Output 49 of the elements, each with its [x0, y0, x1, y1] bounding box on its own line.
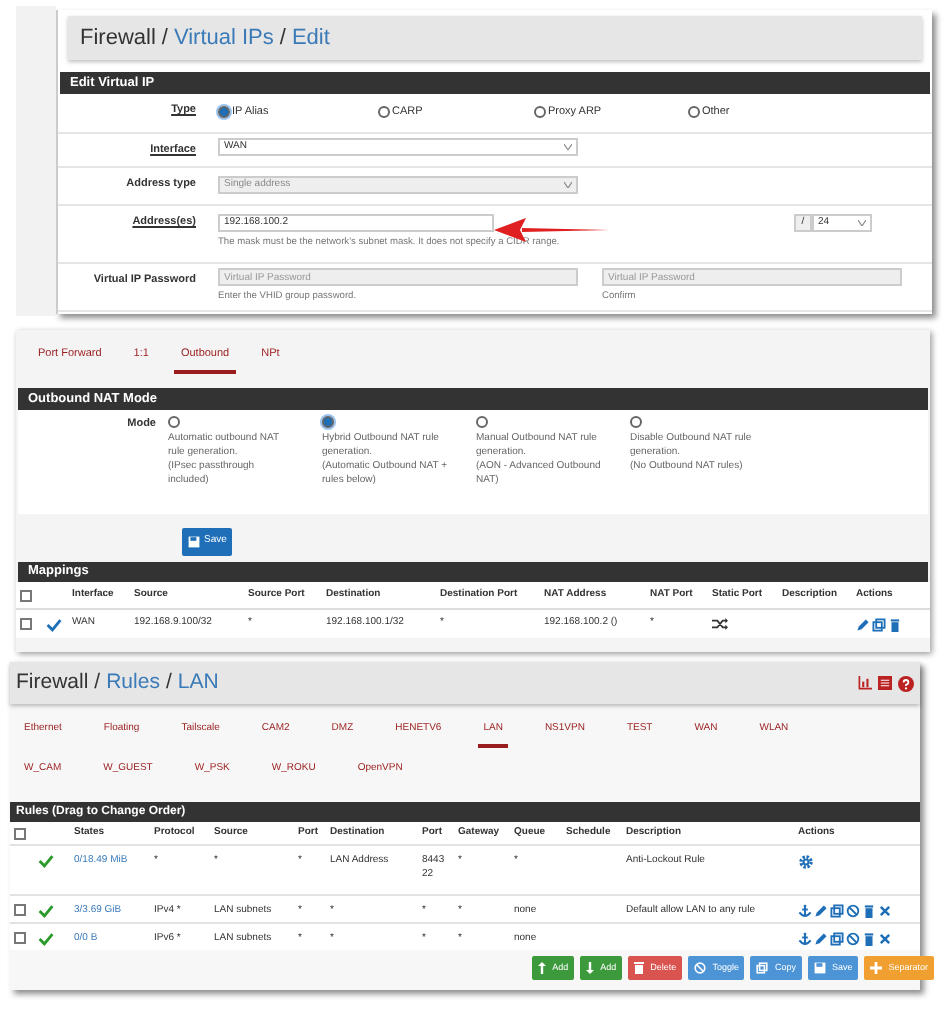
trash-icon[interactable] [888, 617, 902, 631]
checkbox[interactable] [20, 618, 32, 630]
anchor-icon[interactable] [798, 932, 812, 946]
pencil-icon[interactable] [856, 617, 870, 631]
breadcrumb-item: Firewall [80, 23, 156, 54]
breadcrumb-separator: / [279, 23, 286, 54]
copy-icon[interactable] [872, 617, 886, 631]
radio-button[interactable] [168, 416, 180, 428]
floppy-icon [813, 962, 826, 974]
breadcrumb-separator: / [161, 23, 168, 54]
breadcrumb-separator: / [94, 667, 101, 698]
checkbox[interactable] [14, 904, 26, 916]
radio-button[interactable] [378, 106, 390, 119]
caret-icon [858, 220, 866, 226]
arrow-down-icon [586, 962, 595, 974]
breadcrumb-item: Firewall [16, 667, 89, 698]
chart-icon[interactable] [858, 676, 872, 690]
checkbox[interactable] [14, 827, 26, 839]
plus-icon [870, 962, 883, 974]
copy-icon [756, 962, 769, 974]
checkbox[interactable] [14, 932, 26, 944]
breadcrumb-item[interactable]: Edit [291, 21, 330, 55]
breadcrumb-item[interactable]: Virtual IPs [173, 21, 274, 55]
trash-icon[interactable] [862, 904, 876, 918]
breadcrumb-separator: / [165, 667, 172, 698]
arrow-up-icon [538, 962, 547, 974]
ban-icon[interactable] [846, 932, 860, 946]
caret-icon [564, 144, 572, 150]
radio-button[interactable] [630, 416, 642, 428]
trash-icon [634, 962, 645, 974]
radio-button[interactable] [688, 106, 700, 119]
ban-icon[interactable] [846, 904, 860, 918]
floppy-icon [188, 536, 200, 548]
list-icon[interactable] [878, 676, 892, 690]
radio-button[interactable] [218, 106, 230, 119]
radio-button[interactable] [322, 416, 334, 428]
close-icon[interactable] [878, 932, 892, 946]
close-icon[interactable] [878, 904, 892, 918]
ban-icon [694, 962, 707, 974]
caret-icon [564, 182, 572, 188]
radio-button[interactable] [476, 416, 488, 428]
checkbox[interactable] [20, 589, 32, 601]
breadcrumb-item[interactable]: LAN [177, 667, 219, 699]
help-icon[interactable] [898, 675, 914, 691]
breadcrumb-item[interactable]: Rules [106, 667, 160, 699]
settings-icon[interactable] [798, 854, 814, 870]
radio-button[interactable] [534, 106, 546, 119]
trash-icon[interactable] [862, 932, 876, 946]
anchor-icon[interactable] [798, 904, 812, 918]
